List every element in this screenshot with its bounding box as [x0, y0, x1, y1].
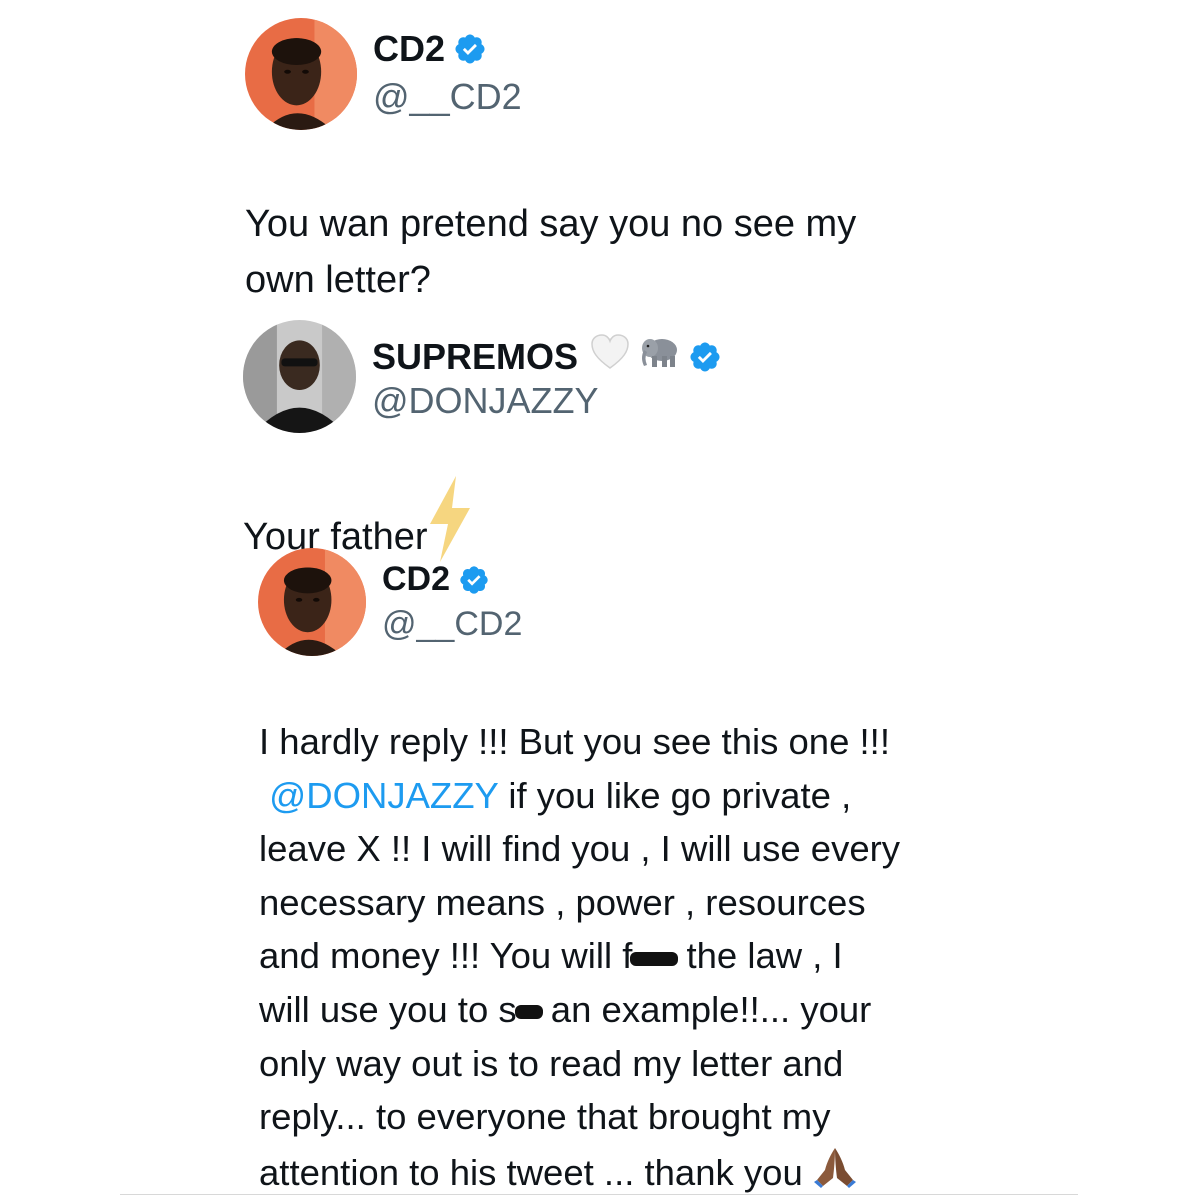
avatar-cd2-image — [245, 18, 357, 130]
tweet-line: @DONJAZZY if you like go private , — [259, 769, 900, 823]
avatar-supremos-image — [243, 320, 356, 433]
avatar-cd2-image — [258, 548, 366, 656]
verified-badge-icon — [688, 340, 722, 374]
divider — [120, 1194, 1078, 1195]
display-name[interactable]: CD2 — [373, 28, 487, 70]
tweet-line: necessary means , power , resources — [259, 881, 866, 923]
tweet-line: and money !!! You will f the law , I — [259, 929, 900, 983]
display-name-text: SUPREMOS — [372, 335, 579, 377]
elephant-icon — [638, 334, 680, 379]
tweet-line-text: an example!!... your — [540, 988, 872, 1030]
tweet-line-text: attention to his tweet ... thank you — [259, 1152, 803, 1194]
tweet-line: reply... to everyone that brought my — [259, 1096, 831, 1138]
display-name-text: CD2 — [382, 560, 451, 598]
tweet-body: You wan pretend say you no see my own le… — [245, 196, 856, 308]
verified-badge-icon — [458, 564, 490, 596]
redaction-mark — [630, 951, 679, 966]
tweet-line: own letter? — [245, 259, 431, 301]
avatar[interactable] — [245, 18, 357, 130]
white-heart-icon — [590, 333, 630, 380]
tweet-line-text: will use you to s — [259, 988, 517, 1030]
tweet-line-text: and money !!! You will f — [259, 935, 633, 977]
tweet-line: will use you to s an example!!... your — [259, 983, 900, 1037]
mention-link[interactable]: @DONJAZZY — [269, 775, 498, 816]
avatar[interactable] — [258, 548, 366, 656]
user-handle[interactable]: @DONJAZZY — [372, 380, 599, 422]
tweet-line-text: the law , I — [676, 935, 843, 977]
avatar[interactable] — [243, 320, 356, 433]
tweet-line: only way out is to read my letter and — [259, 1042, 844, 1084]
display-name-text: CD2 — [373, 28, 446, 69]
redaction-mark — [514, 1005, 543, 1020]
tweet-line: You wan pretend say you no see my — [245, 203, 857, 245]
user-handle[interactable]: @__CD2 — [382, 605, 522, 644]
verified-badge-icon — [453, 32, 487, 66]
tweet-line: I hardly reply !!! But you see this one … — [259, 721, 890, 762]
tweet-line-text: if you like go private , — [498, 774, 852, 816]
tweet-line: leave X !! I will find you , I will use … — [259, 828, 901, 870]
display-name[interactable]: CD2 — [382, 560, 490, 599]
user-handle[interactable]: @__CD2 — [373, 76, 522, 118]
tweet-body: I hardly reply !!! But you see this one … — [259, 715, 900, 1202]
display-name[interactable]: SUPREMOS — [372, 333, 722, 380]
